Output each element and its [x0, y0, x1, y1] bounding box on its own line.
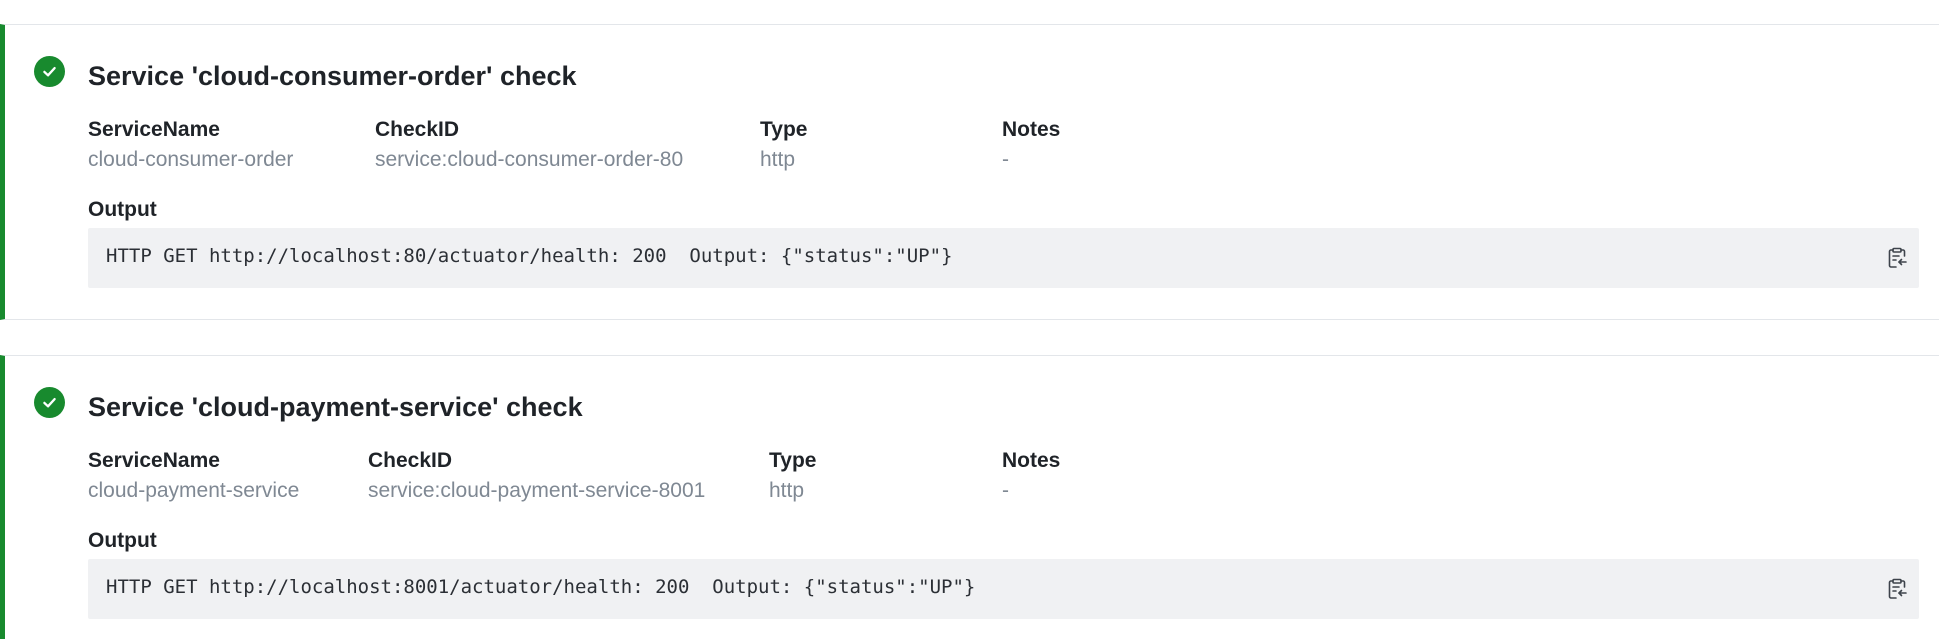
- service-name-value: cloud-consumer-order: [88, 148, 294, 171]
- output-code-block: HTTP GET http://localhost:8001/actuator/…: [88, 559, 1919, 619]
- notes-value: -: [1002, 148, 1009, 171]
- clipboard-copy-icon: [1888, 578, 1907, 599]
- copy-output-button[interactable]: [1883, 575, 1911, 603]
- service-name-label: ServiceName: [88, 449, 220, 472]
- health-check-card: Service 'cloud-consumer-order' check Ser…: [0, 24, 1939, 320]
- notes-value: -: [1002, 479, 1009, 502]
- type-value: http: [769, 479, 805, 502]
- output-text: HTTP GET http://localhost:80/actuator/he…: [106, 245, 953, 267]
- output-text: HTTP GET http://localhost:8001/actuator/…: [106, 576, 976, 598]
- copy-output-button[interactable]: [1883, 244, 1911, 272]
- check-circle-icon: [34, 56, 65, 87]
- type-value: http: [760, 148, 796, 171]
- type-label: Type: [769, 449, 817, 472]
- notes-label: Notes: [1002, 118, 1061, 141]
- service-name-label: ServiceName: [88, 118, 220, 141]
- output-label: Output: [88, 198, 157, 221]
- check-id-value: service:cloud-payment-service-8001: [368, 479, 706, 502]
- service-name-value: cloud-payment-service: [88, 479, 300, 502]
- clipboard-copy-icon: [1888, 247, 1907, 268]
- check-title: Service 'cloud-consumer-order' check: [88, 61, 577, 91]
- type-label: Type: [760, 118, 808, 141]
- check-id-label: CheckID: [368, 449, 453, 472]
- notes-label: Notes: [1002, 449, 1061, 472]
- health-checks-list: Service 'cloud-consumer-order' check Ser…: [0, 0, 1939, 639]
- output-code-block: HTTP GET http://localhost:80/actuator/he…: [88, 228, 1919, 288]
- check-id-value: service:cloud-consumer-order-80: [375, 148, 684, 171]
- check-id-label: CheckID: [375, 118, 460, 141]
- health-check-card: Service 'cloud-payment-service' check Se…: [0, 355, 1939, 639]
- check-title: Service 'cloud-payment-service' check: [88, 392, 583, 422]
- output-label: Output: [88, 529, 157, 552]
- check-circle-icon: [34, 387, 65, 418]
